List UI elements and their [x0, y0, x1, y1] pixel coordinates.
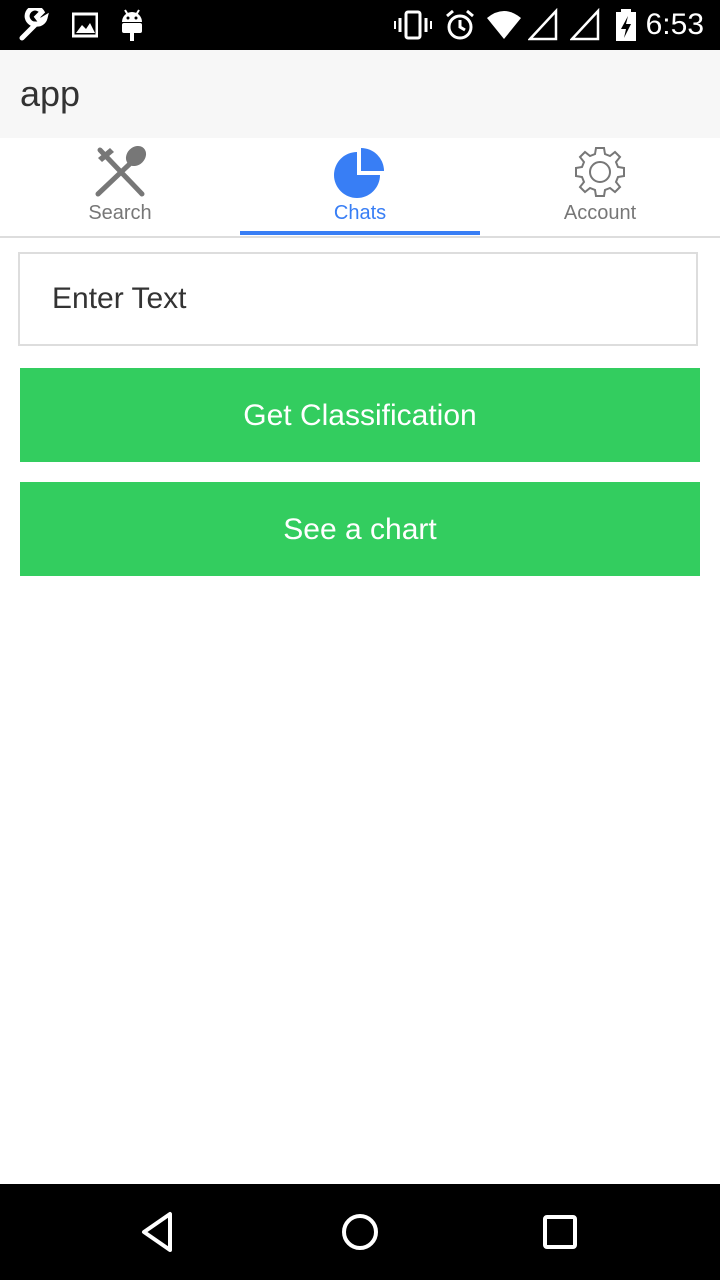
- vibrate-icon: [394, 10, 432, 40]
- get-classification-button[interactable]: Get Classification: [20, 368, 700, 462]
- tab-label: Account: [563, 202, 637, 224]
- fork-spoon-icon: [95, 145, 147, 197]
- image-icon: [72, 12, 98, 38]
- wifi-icon: [487, 11, 521, 39]
- tab-label: Search: [88, 202, 152, 224]
- tab-bar: Search Chats Account: [0, 138, 720, 238]
- see-chart-button[interactable]: See a chart: [20, 482, 700, 576]
- android-icon: [122, 9, 142, 41]
- home-icon[interactable]: [336, 1208, 384, 1256]
- signal-icon: [570, 8, 600, 41]
- pie-chart-icon: [334, 148, 384, 198]
- page-title: app: [20, 73, 81, 114]
- text-input[interactable]: [18, 252, 698, 346]
- back-icon[interactable]: [136, 1208, 184, 1256]
- battery-charging-icon: [616, 9, 636, 41]
- wrench-icon: [19, 8, 49, 41]
- app-bar: app: [0, 50, 720, 138]
- status-bar: 6:53: [0, 0, 720, 50]
- active-tab-indicator: [240, 231, 480, 235]
- gear-icon: [575, 147, 625, 197]
- navigation-bar: [0, 1184, 720, 1280]
- alarm-icon: [446, 9, 474, 40]
- tab-chats[interactable]: Chats: [240, 138, 480, 236]
- recents-icon[interactable]: [536, 1208, 584, 1256]
- tab-search[interactable]: Search: [0, 138, 240, 236]
- clock: 6:53: [645, 8, 704, 41]
- tab-label: Chats: [333, 202, 387, 224]
- signal-icon: [528, 8, 558, 41]
- tab-account[interactable]: Account: [480, 138, 720, 236]
